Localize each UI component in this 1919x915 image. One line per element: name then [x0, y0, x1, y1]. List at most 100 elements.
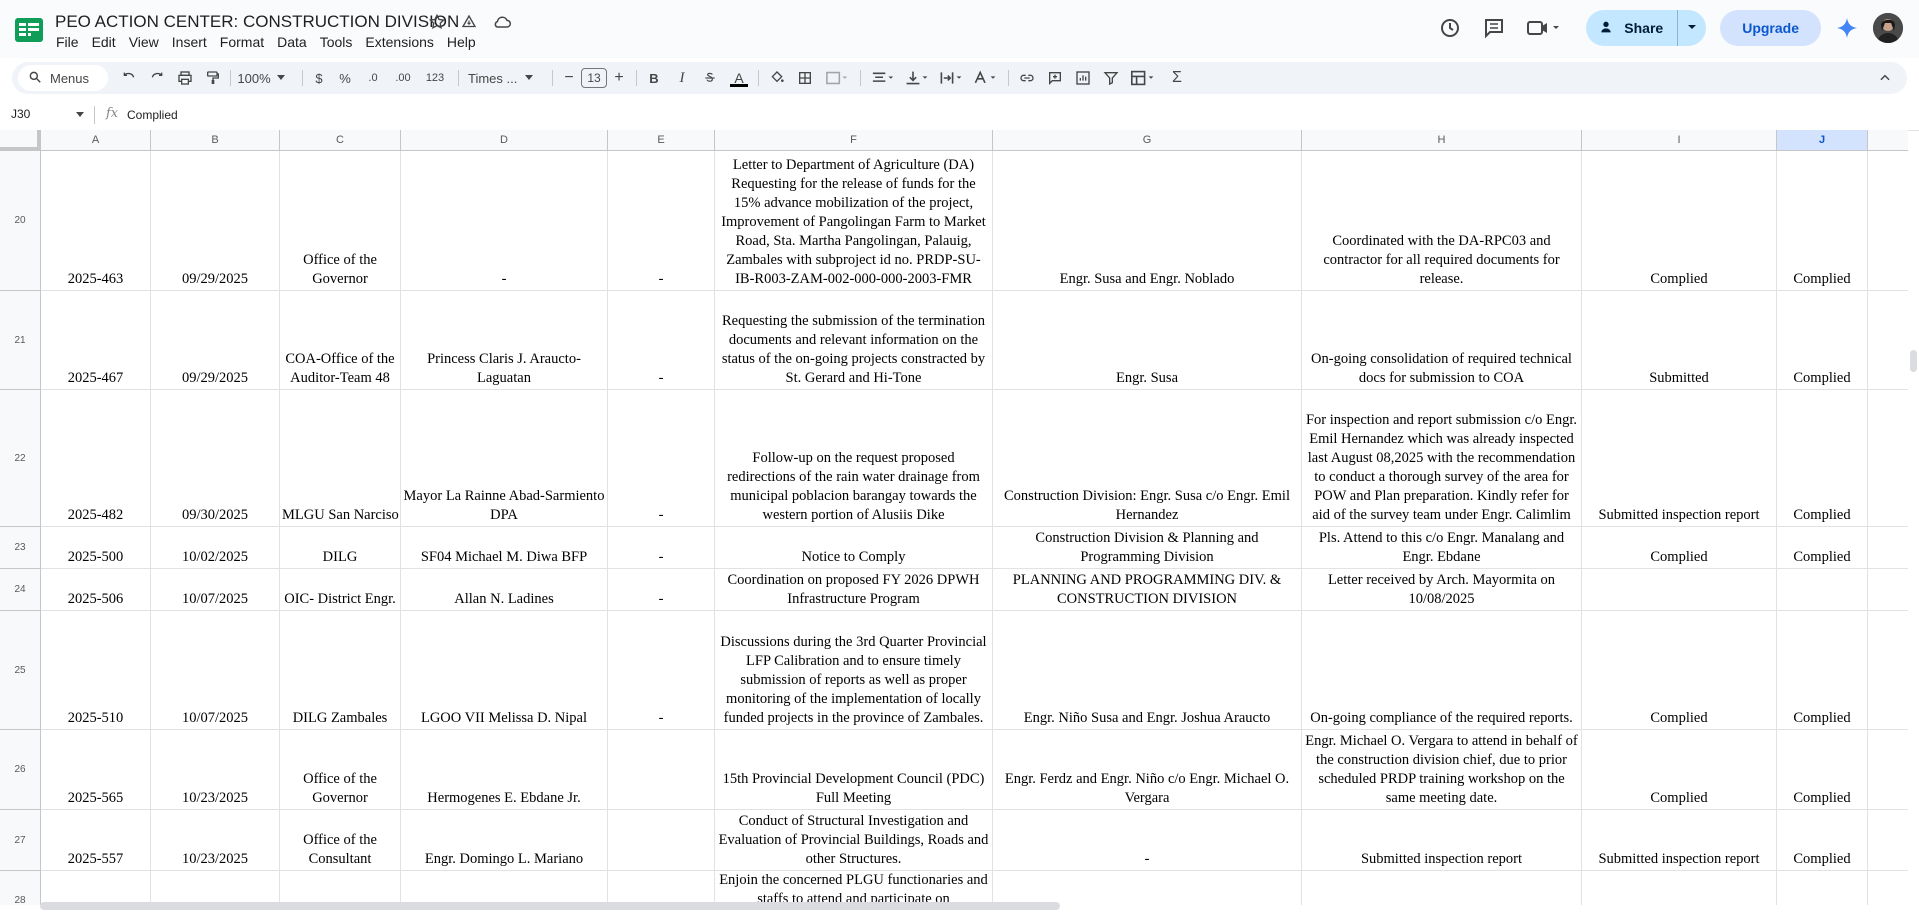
cell-e25[interactable]: - — [608, 611, 715, 730]
history-icon[interactable] — [1438, 16, 1462, 40]
borders-icon[interactable] — [794, 62, 816, 94]
row-header-23[interactable]: 23 — [0, 527, 41, 569]
text-rotate-icon[interactable] — [970, 62, 1000, 94]
cell-b28[interactable] — [151, 871, 280, 905]
cell-i26[interactable]: Complied — [1582, 730, 1777, 810]
cell-h23[interactable]: Pls. Attend to this c/o Engr. Manalang a… — [1302, 527, 1582, 569]
cell-e26[interactable] — [608, 730, 715, 810]
percent-format-button[interactable]: % — [336, 62, 354, 94]
menu-edit[interactable]: Edit — [92, 34, 123, 50]
menu-tools[interactable]: Tools — [320, 34, 360, 50]
name-box[interactable]: J30 — [11, 107, 30, 121]
cell-a27[interactable]: 2025-557 — [41, 810, 151, 871]
cell-c25[interactable]: DILG Zambales — [280, 611, 401, 730]
cell-h20[interactable]: Coordinated with the DA-RPC03 and contra… — [1302, 151, 1582, 291]
cell-i24[interactable] — [1582, 569, 1777, 611]
cell-j27[interactable]: Complied — [1777, 810, 1868, 871]
cell-g20[interactable]: Engr. Susa and Engr. Noblado — [993, 151, 1302, 291]
link-icon[interactable] — [1016, 62, 1038, 94]
cell-h27[interactable]: Submitted inspection report — [1302, 810, 1582, 871]
number-format-button[interactable]: 123 — [422, 62, 448, 94]
comment-icon[interactable] — [1482, 16, 1506, 40]
font-select[interactable]: Times ... — [468, 62, 540, 94]
cell-j25[interactable]: Complied — [1777, 611, 1868, 730]
row-header-20[interactable]: 20 — [0, 151, 41, 291]
redo-icon[interactable] — [146, 62, 168, 94]
menu-format[interactable]: Format — [220, 34, 271, 50]
cell-j22[interactable]: Complied — [1777, 390, 1868, 527]
strikethrough-icon[interactable] — [700, 62, 720, 94]
cell-g23[interactable]: Construction Division & Planning and Pro… — [993, 527, 1302, 569]
column-header-f[interactable]: F — [715, 130, 993, 151]
table-view-icon[interactable] — [1126, 62, 1160, 94]
collapse-icon[interactable] — [1874, 62, 1896, 94]
cell-j23[interactable]: Complied — [1777, 527, 1868, 569]
cell-e27[interactable] — [608, 810, 715, 871]
align-icon[interactable] — [868, 62, 898, 94]
cell-f21[interactable]: Requesting the submission of the termina… — [715, 291, 993, 390]
column-header-g[interactable]: G — [993, 130, 1302, 151]
insert-comment-icon[interactable] — [1044, 62, 1066, 94]
cell-a21[interactable]: 2025-467 — [41, 291, 151, 390]
cell-f23[interactable]: Notice to Comply — [715, 527, 993, 569]
zoom-select[interactable]: 100% — [236, 62, 286, 94]
cell-i20[interactable]: Complied — [1582, 151, 1777, 291]
font-size-increase[interactable]: + — [610, 62, 628, 94]
search-menus[interactable]: Menus — [18, 65, 108, 91]
cell-g24[interactable]: PLANNING AND PROGRAMMING DIV. & CONSTRUC… — [993, 569, 1302, 611]
cell-k24[interactable] — [1868, 569, 1908, 611]
sheets-logo-icon[interactable] — [14, 17, 44, 43]
cell-d26[interactable]: Hermogenes E. Ebdane Jr. — [401, 730, 608, 810]
cell-a25[interactable]: 2025-510 — [41, 611, 151, 730]
cell-f25[interactable]: Discussions during the 3rd Quarter Provi… — [715, 611, 993, 730]
row-header-27[interactable]: 27 — [0, 810, 41, 871]
column-header-e[interactable]: E — [608, 130, 715, 151]
cell-k28[interactable] — [1868, 871, 1908, 905]
cell-e21[interactable]: - — [608, 291, 715, 390]
cell-d22[interactable]: Mayor La Rainne Abad-Sarmiento DPA — [401, 390, 608, 527]
cell-c28[interactable] — [280, 871, 401, 905]
select-all-corner[interactable] — [0, 130, 41, 151]
cell-a28[interactable] — [41, 871, 151, 905]
upgrade-button[interactable]: Upgrade — [1720, 10, 1821, 46]
cell-g28[interactable] — [993, 871, 1302, 905]
cell-a24[interactable]: 2025-506 — [41, 569, 151, 611]
menu-extensions[interactable]: Extensions — [365, 34, 440, 50]
horizontal-scrollbar[interactable] — [40, 902, 1060, 910]
cell-c26[interactable]: Office of the Governor — [280, 730, 401, 810]
cell-c27[interactable]: Office of the Consultant — [280, 810, 401, 871]
filter-icon[interactable] — [1100, 62, 1122, 94]
meet-icon[interactable] — [1526, 16, 1562, 40]
cell-f26[interactable]: 15th Provincial Development Council (PDC… — [715, 730, 993, 810]
cell-d21[interactable]: Princess Claris J. Araucto-Laguatan — [401, 291, 608, 390]
cell-d27[interactable]: Engr. Domingo L. Mariano — [401, 810, 608, 871]
cell-i28[interactable] — [1582, 871, 1777, 905]
cell-h26[interactable]: Engr. Michael O. Vergara to attend in be… — [1302, 730, 1582, 810]
column-header-h[interactable]: H — [1302, 130, 1582, 151]
menu-insert[interactable]: Insert — [172, 34, 214, 50]
bold-button[interactable]: B — [644, 62, 664, 94]
cell-f28[interactable]: Enjoin the concerned PLGU functionaries … — [715, 871, 993, 905]
decrease-decimal-button[interactable]: .0 — [362, 62, 384, 94]
cell-j20[interactable]: Complied — [1777, 151, 1868, 291]
menu-file[interactable]: File — [56, 34, 86, 50]
cell-b25[interactable]: 10/07/2025 — [151, 611, 280, 730]
formula-input[interactable]: Complied — [127, 108, 178, 122]
cell-j28[interactable] — [1777, 871, 1868, 905]
menu-view[interactable]: View — [129, 34, 166, 50]
cell-h25[interactable]: On-going compliance of the required repo… — [1302, 611, 1582, 730]
column-header-c[interactable]: C — [280, 130, 401, 151]
cell-h21[interactable]: On-going consolidation of required techn… — [1302, 291, 1582, 390]
cell-k27[interactable] — [1868, 810, 1908, 871]
share-button[interactable]: Share — [1586, 10, 1679, 46]
cell-c22[interactable]: MLGU San Narciso — [280, 390, 401, 527]
cell-i23[interactable]: Complied — [1582, 527, 1777, 569]
insert-chart-icon[interactable] — [1072, 62, 1094, 94]
cell-d25[interactable]: LGOO VII Melissa D. Nipal — [401, 611, 608, 730]
cell-k20[interactable] — [1868, 151, 1908, 291]
paint-format-icon[interactable] — [202, 62, 224, 94]
row-header-21[interactable]: 21 — [0, 291, 41, 390]
text-color-button[interactable]: A — [728, 62, 750, 94]
column-header-b[interactable]: B — [151, 130, 280, 151]
cell-d24[interactable]: Allan N. Ladines — [401, 569, 608, 611]
